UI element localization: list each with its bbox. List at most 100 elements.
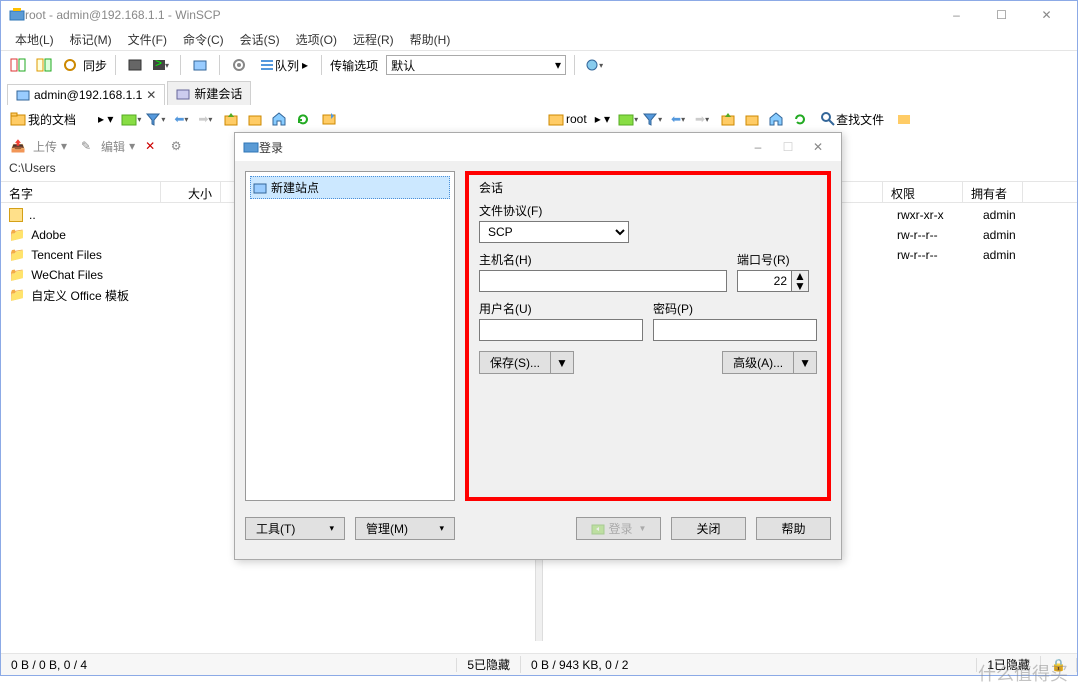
props-icon[interactable]: ⚙ xyxy=(165,135,187,157)
advanced-dropdown-icon[interactable]: ▼ xyxy=(794,351,817,374)
parent-dir-icon[interactable] xyxy=(220,108,242,130)
menu-help[interactable]: 帮助(H) xyxy=(402,29,459,50)
home-icon[interactable] xyxy=(268,108,290,130)
host-input[interactable] xyxy=(479,270,727,292)
tab-label: admin@192.168.1.1 xyxy=(34,88,142,102)
left-panel-toolbar: 我的文档 ▸ ▾ ⬅ ➡ xyxy=(1,105,539,133)
compare-icon[interactable] xyxy=(33,54,55,76)
folder-icon xyxy=(9,247,25,263)
misc-dropdown-icon[interactable] xyxy=(583,54,605,76)
transfer-preset-dropdown[interactable]: 默认▾ xyxy=(386,55,566,75)
back-icon[interactable]: ⬅ xyxy=(667,108,689,130)
open-dir-icon[interactable] xyxy=(617,108,639,130)
bookmark-icon[interactable] xyxy=(318,108,340,130)
username-input[interactable] xyxy=(479,319,643,341)
menu-bar: 本地(L) 标记(M) 文件(F) 命令(C) 会话(S) 选项(O) 远程(R… xyxy=(1,29,1077,51)
new-site-item[interactable]: 新建站点 xyxy=(250,176,450,199)
root-dir-icon[interactable] xyxy=(244,108,266,130)
menu-session[interactable]: 会话(S) xyxy=(232,29,288,50)
delete-icon[interactable]: ✕ xyxy=(139,135,161,157)
maximize-button[interactable]: ☐ xyxy=(979,1,1024,29)
forward-icon[interactable]: ➡ xyxy=(691,108,713,130)
password-input[interactable] xyxy=(653,319,817,341)
forward-icon[interactable]: ➡ xyxy=(194,108,216,130)
col-size[interactable]: 大小 xyxy=(161,182,221,202)
queue-dropdown[interactable]: 队列 ▸ xyxy=(254,54,313,76)
login-btn-label: 登录 xyxy=(609,520,633,537)
tab-active-session[interactable]: admin@192.168.1.1 ✕ xyxy=(7,84,165,105)
upload-icon[interactable]: 📤 xyxy=(7,135,29,157)
open-dir-icon[interactable] xyxy=(120,108,142,130)
login-icon xyxy=(243,139,259,155)
sync-browse-icon[interactable] xyxy=(7,54,29,76)
bookmark-icon[interactable] xyxy=(893,108,915,130)
left-dir-combo[interactable]: 我的文档 ▸ ▾ xyxy=(5,108,118,130)
filter-icon[interactable] xyxy=(641,108,663,130)
refresh-icon[interactable] xyxy=(789,108,811,130)
right-dir-label: root xyxy=(566,112,587,126)
gear-icon[interactable] xyxy=(228,54,250,76)
advanced-button[interactable]: 高级(A)... xyxy=(722,351,794,374)
close-dialog-button[interactable]: 关闭 xyxy=(671,517,746,540)
session-tabs: admin@192.168.1.1 ✕ 新建会话 xyxy=(1,79,1077,105)
filter-icon[interactable] xyxy=(144,108,166,130)
help-button[interactable]: 帮助 xyxy=(756,517,831,540)
app-icon xyxy=(9,7,25,23)
login-minimize-button[interactable]: – xyxy=(743,133,773,161)
login-button[interactable]: 登录 ▼ xyxy=(576,517,661,540)
status-bar: 0 B / 0 B, 0 / 4 5已隐藏 0 B / 943 KB, 0 / … xyxy=(1,653,1077,675)
manage-button[interactable]: 管理(M) xyxy=(355,517,455,540)
login-close-button[interactable]: ✕ xyxy=(803,133,833,161)
svg-text:>: > xyxy=(155,59,162,70)
sync-icon[interactable] xyxy=(59,54,81,76)
login-footer: 工具(T) 管理(M) 登录 ▼ 关闭 帮助 xyxy=(235,511,841,546)
title-bar: root - admin@192.168.1.1 - WinSCP – ☐ ✕ xyxy=(1,1,1077,29)
sync-label[interactable]: 同步 xyxy=(83,57,107,74)
close-button[interactable]: ✕ xyxy=(1024,1,1069,29)
root-dir-icon[interactable] xyxy=(741,108,763,130)
sites-tree[interactable]: 新建站点 xyxy=(245,171,455,501)
menu-file[interactable]: 文件(F) xyxy=(120,29,175,50)
menu-options[interactable]: 选项(O) xyxy=(288,29,345,50)
port-label: 端口号(R) xyxy=(737,251,817,268)
port-down-icon[interactable]: ▼ xyxy=(792,281,808,291)
new-site-label: 新建站点 xyxy=(271,179,319,196)
menu-local[interactable]: 本地(L) xyxy=(7,29,62,50)
save-button[interactable]: 保存(S)... xyxy=(479,351,551,374)
home-icon[interactable] xyxy=(765,108,787,130)
save-dropdown-icon[interactable]: ▼ xyxy=(551,351,574,374)
tools-button[interactable]: 工具(T) xyxy=(245,517,345,540)
up-icon xyxy=(9,208,23,222)
main-toolbar: 同步 > 队列 ▸ 传输选项 默认▾ xyxy=(1,51,1077,79)
tab-close-icon[interactable]: ✕ xyxy=(146,88,156,102)
login-title: 登录 xyxy=(259,139,743,156)
new-session-icon[interactable] xyxy=(189,54,211,76)
back-icon[interactable]: ⬅ xyxy=(170,108,192,130)
left-dir-label: 我的文档 xyxy=(28,111,76,128)
menu-command[interactable]: 命令(C) xyxy=(175,29,232,50)
transfer-value: 默认 xyxy=(391,57,415,74)
menu-mark[interactable]: 标记(M) xyxy=(62,29,120,50)
host-label: 主机名(H) xyxy=(479,251,727,268)
pass-label: 密码(P) xyxy=(653,300,817,317)
edit-label[interactable]: 编辑 xyxy=(101,138,125,155)
right-dir-combo[interactable]: root ▸ ▾ xyxy=(543,108,615,130)
minimize-button[interactable]: – xyxy=(934,1,979,29)
menu-remote[interactable]: 远程(R) xyxy=(345,29,402,50)
col-name[interactable]: 名字 xyxy=(1,182,161,202)
console-dropdown-icon[interactable]: > xyxy=(150,54,172,76)
watermark: 什么值得买 xyxy=(978,660,1068,686)
find-files-button[interactable]: 查找文件 xyxy=(815,108,889,130)
refresh-icon[interactable] xyxy=(292,108,314,130)
edit-icon[interactable]: ✎ xyxy=(75,135,97,157)
port-input[interactable] xyxy=(737,270,792,292)
parent-dir-icon[interactable] xyxy=(717,108,739,130)
toggle-panel-icon[interactable] xyxy=(124,54,146,76)
col-perm[interactable]: 权限 xyxy=(883,182,963,202)
tab-label: 新建会话 xyxy=(194,85,242,102)
col-owner[interactable]: 拥有者 xyxy=(963,182,1023,202)
protocol-select[interactable]: SCP xyxy=(479,221,629,243)
tab-new-session[interactable]: 新建会话 xyxy=(167,81,251,105)
user-label: 用户名(U) xyxy=(479,300,643,317)
upload-label[interactable]: 上传 xyxy=(33,138,57,155)
